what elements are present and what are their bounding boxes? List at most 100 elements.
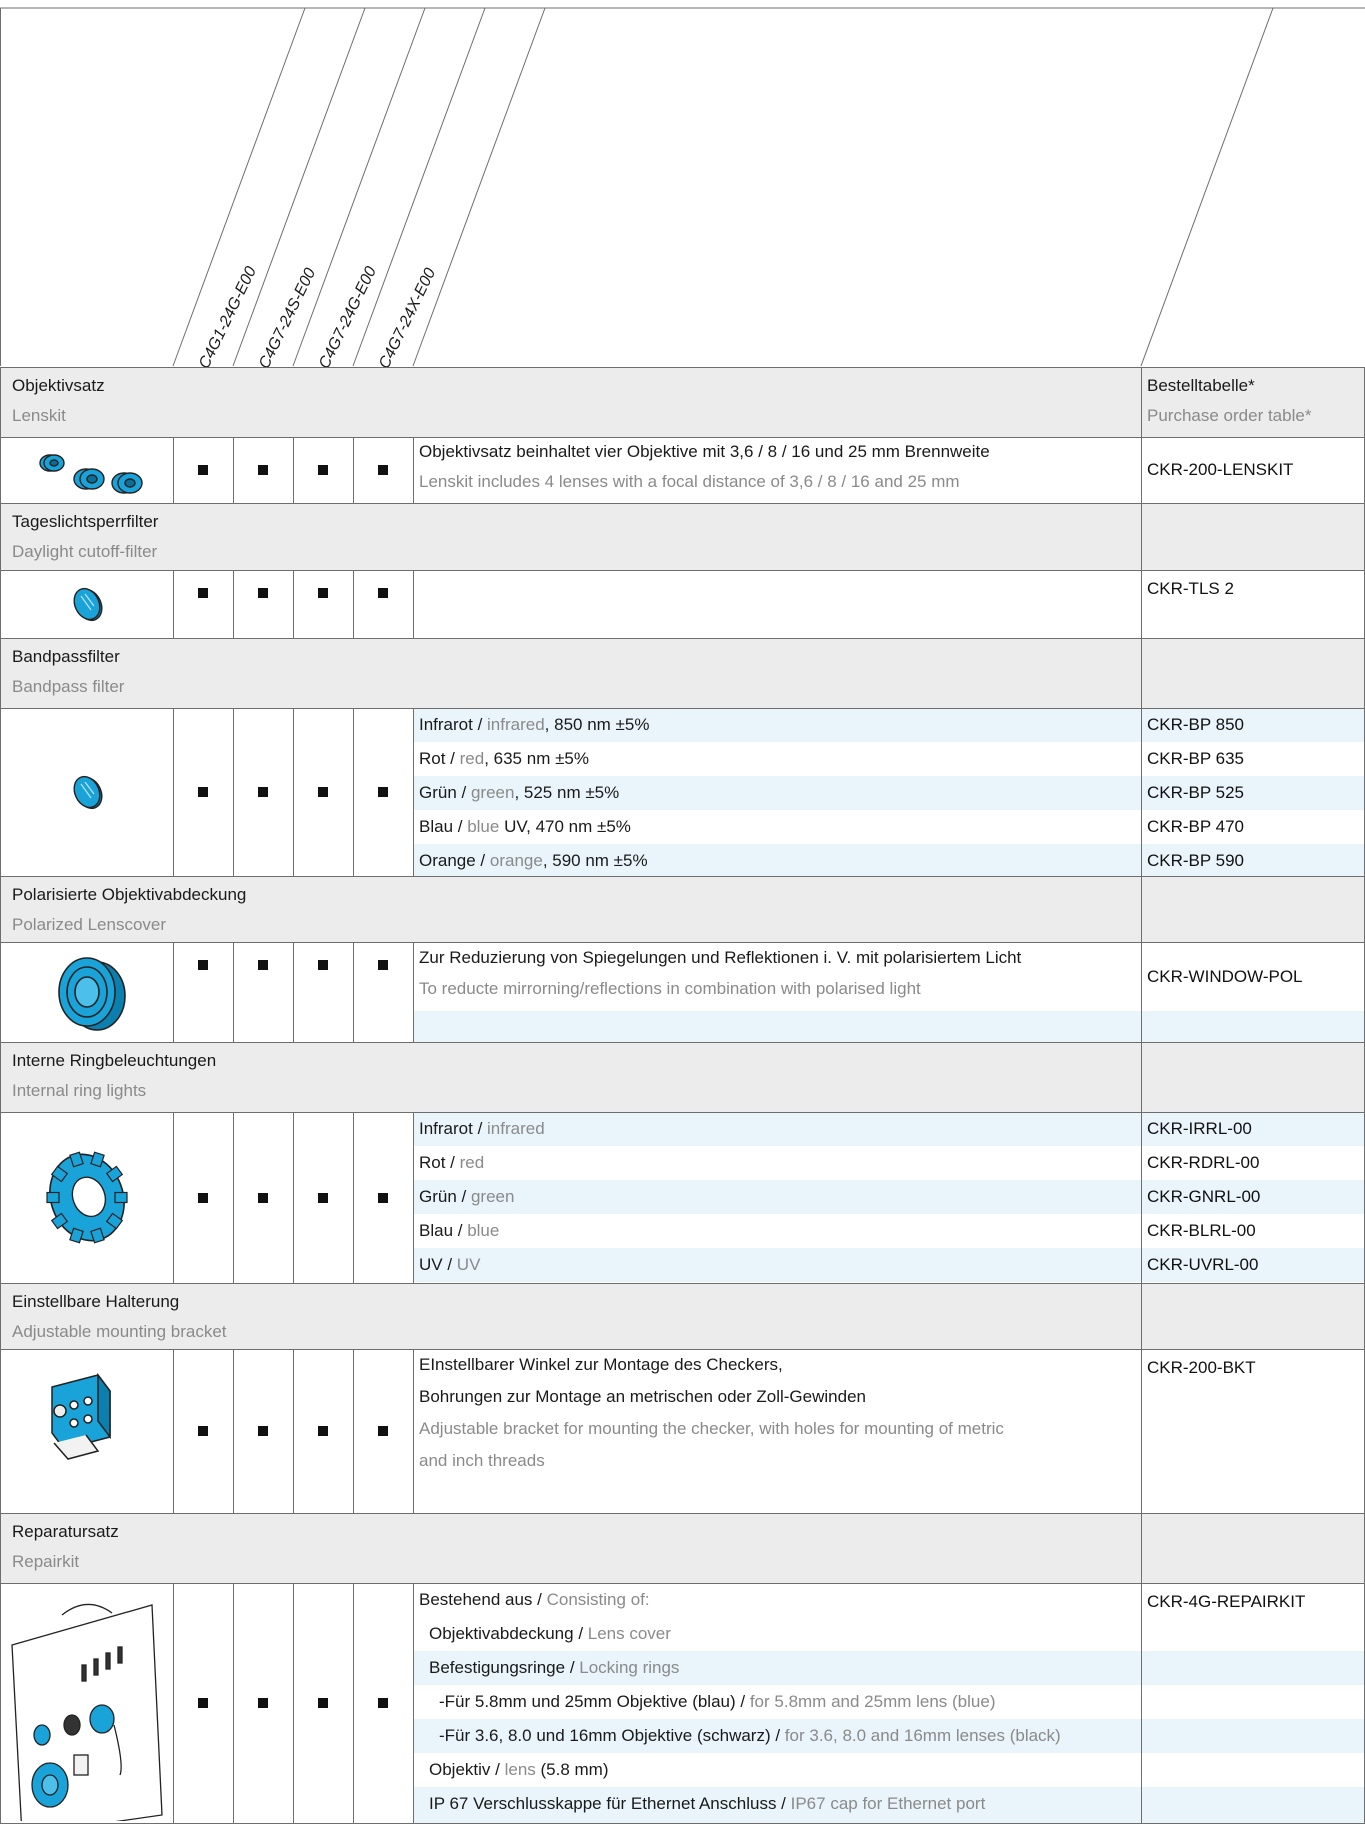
description-line: Rot / red bbox=[419, 1152, 484, 1174]
description-line: Infrarot / infrared bbox=[419, 1118, 545, 1140]
description-en: lens bbox=[504, 1760, 536, 1779]
column-divider bbox=[233, 708, 234, 876]
description-line: Orange / orange, 590 nm ±5% bbox=[419, 850, 648, 872]
column-divider bbox=[293, 1349, 294, 1513]
description-de: Grün / bbox=[419, 783, 471, 802]
description-de: Bestehend aus / bbox=[419, 1590, 547, 1609]
order-number: CKR-BP 525 bbox=[1147, 783, 1245, 802]
lens-kit-icon bbox=[2, 439, 172, 501]
description-en: Lens cover bbox=[587, 1624, 671, 1643]
order-number: CKR-BP 590 bbox=[1147, 851, 1245, 870]
column-divider bbox=[293, 708, 294, 876]
description-line: and inch threads bbox=[419, 1450, 545, 1472]
column-divider bbox=[353, 570, 354, 638]
availability-mark bbox=[318, 960, 328, 970]
order-number: CKR-BP 635 bbox=[1147, 749, 1245, 768]
description-line: Objektivsatz beinhaltet vier Objektive m… bbox=[419, 441, 990, 463]
order-number: CKR-200-BKT bbox=[1147, 1358, 1256, 1377]
order-number: CKR-200-LENSKIT bbox=[1147, 460, 1294, 479]
column-divider bbox=[1141, 876, 1142, 1042]
description-line: EInstellbarer Winkel zur Montage des Che… bbox=[419, 1354, 783, 1376]
column-divider bbox=[1141, 1042, 1142, 1283]
description-de: IP 67 Verschlusskappe für Ethernet Ansch… bbox=[429, 1794, 791, 1813]
availability-mark bbox=[258, 1192, 268, 1203]
column-divider bbox=[233, 1349, 234, 1513]
section-subtitle: Bandpass filter bbox=[12, 677, 125, 696]
availability-mark bbox=[258, 465, 268, 475]
row-divider bbox=[0, 638, 1365, 639]
tinted-line bbox=[414, 1011, 1365, 1042]
description-de: Befestigungsringe / bbox=[429, 1658, 580, 1677]
column-divider bbox=[293, 437, 294, 503]
description-en: infrared bbox=[487, 715, 545, 734]
availability-mark bbox=[198, 1698, 208, 1708]
description-de: Blau / bbox=[419, 817, 468, 836]
column-divider bbox=[233, 1112, 234, 1283]
description-line: To reducte mirrorning/reflections in com… bbox=[419, 978, 921, 1000]
availability-mark bbox=[378, 1426, 388, 1436]
row-divider bbox=[0, 570, 1365, 571]
description-de: Objektivsatz beinhaltet vier Objektive m… bbox=[419, 442, 990, 461]
column-divider bbox=[1141, 638, 1142, 876]
column-divider bbox=[413, 570, 414, 638]
availability-mark bbox=[258, 960, 268, 970]
order-number: CKR-TLS 2 bbox=[1147, 579, 1234, 598]
column-divider bbox=[0, 1042, 1, 1283]
column-divider bbox=[413, 437, 414, 503]
row-divider bbox=[0, 1349, 1365, 1350]
section-title: Tageslichtsperrfilter bbox=[12, 512, 159, 531]
section-title: Bandpassfilter bbox=[12, 647, 120, 666]
description-en: Consisting of: bbox=[546, 1590, 650, 1609]
row-divider bbox=[0, 1283, 1365, 1284]
order-table-subheading: Purchase order table* bbox=[1147, 406, 1312, 425]
column-divider bbox=[413, 1112, 414, 1283]
availability-mark bbox=[378, 465, 388, 475]
column-divider bbox=[353, 1112, 354, 1283]
column-divider bbox=[233, 1583, 234, 1823]
description-line: Befestigungsringe / Locking rings bbox=[429, 1657, 679, 1679]
availability-mark bbox=[318, 1698, 328, 1708]
description-en: Lenskit includes 4 lenses with a focal d… bbox=[419, 472, 960, 491]
row-divider bbox=[0, 1823, 1365, 1824]
description-en: blue bbox=[467, 817, 500, 836]
filter-disc-icon bbox=[2, 710, 172, 874]
description-de: Zur Reduzierung von Spiegelungen und Ref… bbox=[419, 947, 1022, 967]
column-divider bbox=[353, 708, 354, 876]
description-en: red bbox=[459, 749, 485, 768]
column-divider bbox=[353, 1349, 354, 1513]
availability-mark bbox=[198, 787, 208, 797]
description-detail: , 635 nm ±5% bbox=[484, 749, 589, 768]
description-line: Blau / blue bbox=[419, 1220, 499, 1242]
column-divider bbox=[173, 437, 174, 503]
row-divider bbox=[0, 437, 1365, 438]
description-de: UV / bbox=[419, 1255, 457, 1274]
description-line: Blau / blue UV, 470 nm ±5% bbox=[419, 816, 631, 838]
description-de: EInstellbarer Winkel zur Montage des Che… bbox=[419, 1355, 783, 1374]
description-en: blue bbox=[467, 1221, 500, 1240]
description-de: Orange / bbox=[419, 851, 490, 870]
column-divider bbox=[173, 708, 174, 876]
column-divider bbox=[233, 570, 234, 638]
order-number: CKR-RDRL-00 bbox=[1147, 1153, 1260, 1172]
description-line: Grün / green, 525 nm ±5% bbox=[419, 782, 619, 804]
order-number: CKR-BP 850 bbox=[1147, 715, 1245, 734]
column-divider bbox=[233, 437, 234, 503]
description-de: -Für 5.8mm und 25mm Objektive (blau) / bbox=[439, 1692, 750, 1711]
order-number: CKR-WINDOW-POL bbox=[1147, 967, 1303, 986]
row-divider bbox=[0, 503, 1365, 504]
row-divider bbox=[0, 708, 1365, 709]
description-line: Zur Reduzierung von Spiegelungen und Ref… bbox=[419, 947, 1021, 969]
column-divider bbox=[173, 942, 174, 1042]
description-detail: , 590 nm ±5% bbox=[542, 851, 648, 870]
column-divider bbox=[0, 1513, 1, 1823]
description-detail: (5.8 mm) bbox=[535, 1760, 609, 1779]
availability-mark bbox=[198, 465, 208, 475]
order-number: CKR-IRRL-00 bbox=[1147, 1119, 1252, 1138]
description-de: -Für 3.6, 8.0 und 16mm Objektive (schwar… bbox=[439, 1726, 785, 1745]
column-divider bbox=[1141, 503, 1142, 638]
column-divider bbox=[1141, 367, 1142, 503]
description-line: IP 67 Verschlusskappe für Ethernet Ansch… bbox=[429, 1793, 985, 1815]
column-divider bbox=[0, 638, 1, 876]
availability-mark bbox=[258, 1426, 268, 1436]
description-en: UV bbox=[456, 1255, 481, 1274]
